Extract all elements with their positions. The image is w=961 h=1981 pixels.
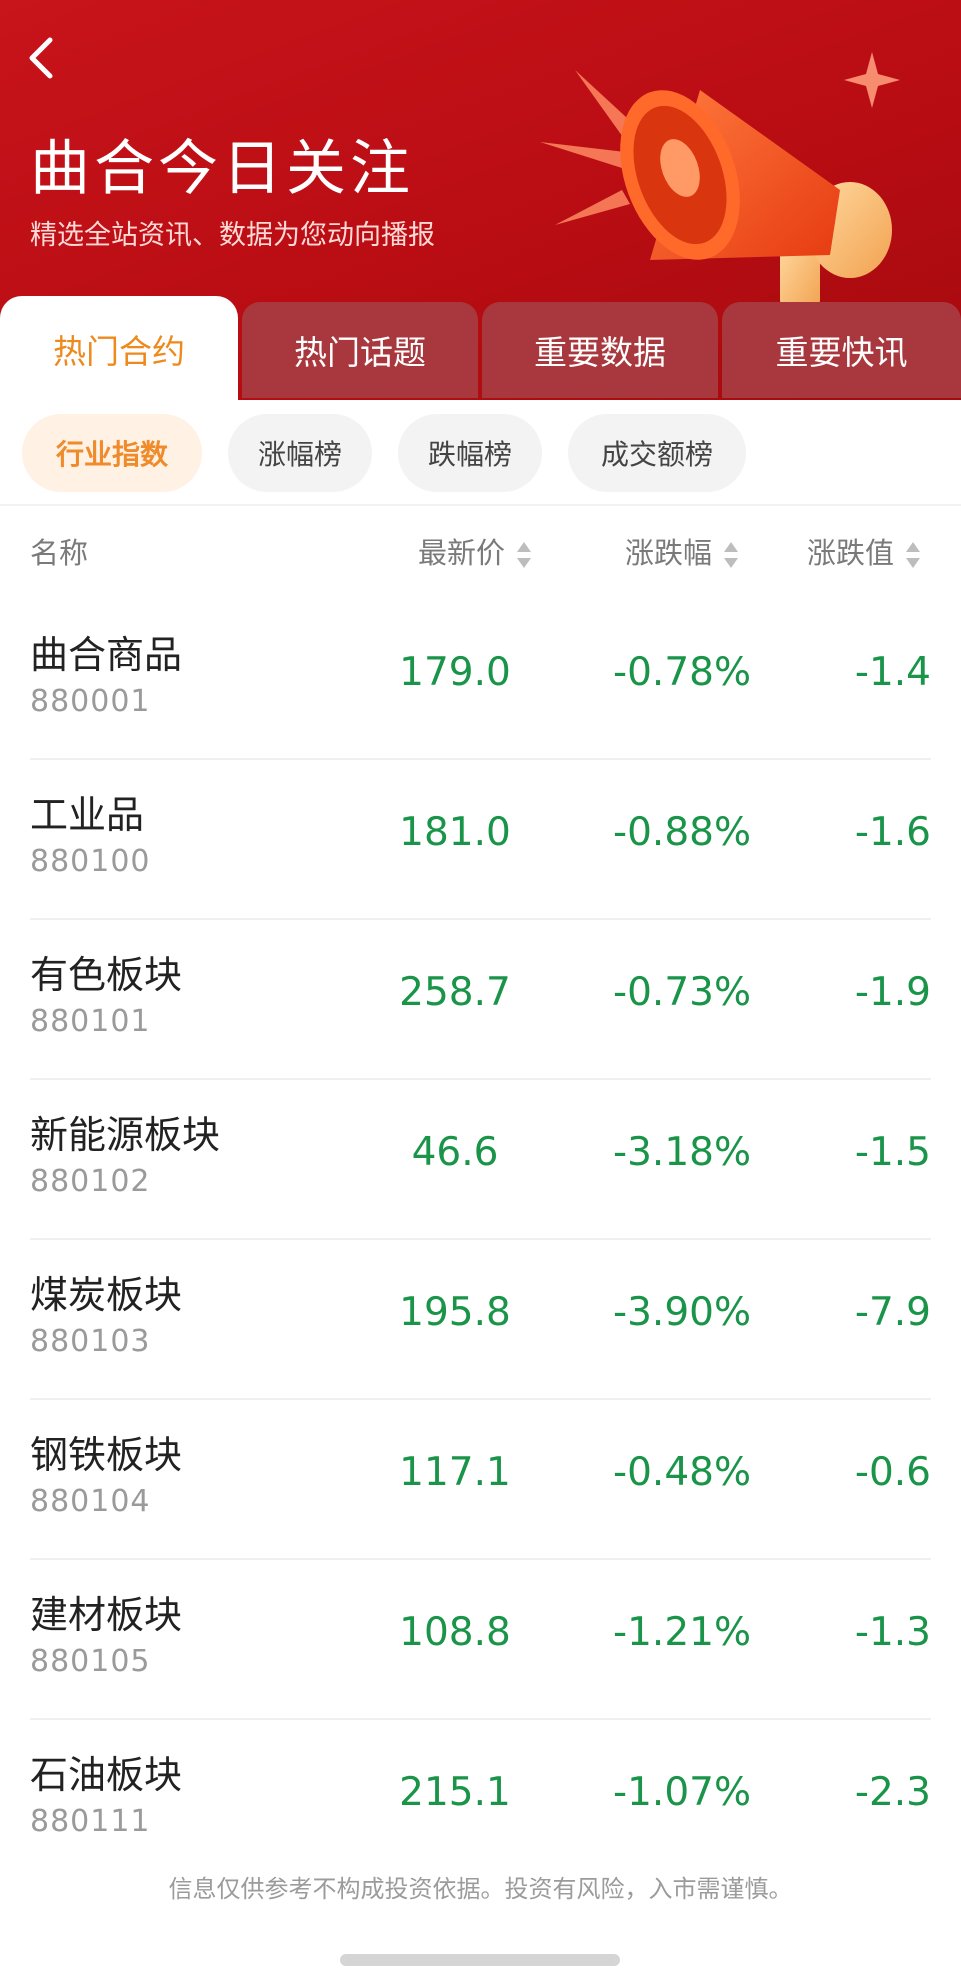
row-code: 880100 [30, 844, 151, 879]
row-price: 181.0 [399, 810, 511, 855]
column-header-chg[interactable]: 涨跌值 [807, 530, 921, 572]
row-name: 曲合商品 [30, 633, 183, 677]
row-chg: -2.3 [854, 1770, 931, 1815]
table-row[interactable]: 煤炭板块 880103 195.8 -3.90% -7.9 [0, 1240, 961, 1400]
category-tabs: 热门合约 热门话题 重要数据 重要快讯 [0, 296, 961, 401]
row-chg: -0.6 [854, 1450, 931, 1495]
sort-icon [906, 542, 921, 568]
row-chg: -1.4 [854, 650, 931, 695]
page-subtitle: 精选全站资讯、数据为您动向播报 [30, 220, 435, 251]
row-code: 880104 [30, 1484, 151, 1519]
row-price: 215.1 [399, 1770, 511, 1815]
risk-disclaimer: 信息仅供参考不构成投资依据。投资有风险，入市需谨慎。 [168, 1875, 793, 1903]
row-code: 880101 [30, 1004, 151, 1039]
table-row[interactable]: 曲合商品 880001 179.0 -0.78% -1.4 [0, 600, 961, 760]
row-price: 117.1 [399, 1450, 511, 1495]
table-row[interactable]: 有色板块 880101 258.7 -0.73% -1.9 [0, 920, 961, 1080]
table-row[interactable]: 工业品 880100 181.0 -0.88% -1.6 [0, 760, 961, 920]
table-row[interactable]: 钢铁板块 880104 117.1 -0.48% -0.6 [0, 1400, 961, 1560]
row-price: 46.6 [411, 1130, 499, 1175]
column-header-pct-label: 涨跌幅 [625, 536, 713, 570]
row-pct: -0.73% [613, 970, 751, 1015]
column-header-price[interactable]: 最新价 [418, 530, 532, 572]
row-name: 建材板块 [30, 1593, 183, 1637]
divider [0, 504, 961, 506]
page-title: 曲合今日关注 [30, 134, 414, 204]
column-header-price-label: 最新价 [418, 536, 506, 570]
index-table: 曲合商品 880001 179.0 -0.78% -1.4 工业品 880100… [0, 600, 961, 1880]
chip-losers[interactable]: 跌幅榜 [398, 414, 542, 492]
sort-icon [517, 542, 532, 568]
back-arrow-icon[interactable] [22, 34, 62, 82]
row-price: 179.0 [399, 650, 511, 695]
column-header-pct[interactable]: 涨跌幅 [625, 530, 739, 572]
table-row[interactable]: 新能源板块 880102 46.6 -3.18% -1.5 [0, 1080, 961, 1240]
row-code: 880103 [30, 1324, 151, 1359]
row-pct: -0.88% [613, 810, 751, 855]
row-name: 有色板块 [30, 953, 183, 997]
tab-important-news[interactable]: 重要快讯 [722, 302, 961, 398]
row-price: 108.8 [399, 1610, 511, 1655]
row-name: 新能源板块 [30, 1113, 221, 1157]
row-name: 石油板块 [30, 1753, 183, 1797]
row-pct: -3.18% [613, 1130, 751, 1175]
row-chg: -7.9 [854, 1290, 931, 1335]
home-indicator[interactable] [340, 1954, 620, 1966]
row-pct: -3.90% [613, 1290, 751, 1335]
tab-hot-topics[interactable]: 热门话题 [242, 302, 478, 398]
row-name: 工业品 [30, 793, 145, 837]
row-code: 880102 [30, 1164, 151, 1199]
sort-icon [724, 542, 739, 568]
column-header-name: 名称 [30, 530, 88, 572]
row-pct: -0.48% [613, 1450, 751, 1495]
row-price: 195.8 [399, 1290, 511, 1335]
row-chg: -1.3 [854, 1610, 931, 1655]
row-pct: -0.78% [613, 650, 751, 695]
megaphone-illustration [540, 52, 900, 310]
row-name: 钢铁板块 [30, 1433, 183, 1477]
tab-hot-contracts[interactable]: 热门合约 [0, 296, 238, 401]
chip-turnover[interactable]: 成交额榜 [568, 414, 746, 492]
column-header-name-label: 名称 [30, 536, 89, 570]
row-chg: -1.6 [854, 810, 931, 855]
chip-industry-index[interactable]: 行业指数 [22, 414, 202, 492]
column-header-chg-label: 涨跌值 [807, 536, 895, 570]
chip-gainers[interactable]: 涨幅榜 [228, 414, 372, 492]
row-code: 880105 [30, 1644, 151, 1679]
row-chg: -1.5 [854, 1130, 931, 1175]
row-pct: -1.07% [613, 1770, 751, 1815]
row-price: 258.7 [399, 970, 511, 1015]
row-code: 880111 [30, 1804, 151, 1839]
row-chg: -1.9 [854, 970, 931, 1015]
content-panel: 行业指数 涨幅榜 跌幅榜 成交额榜 名称 最新价 涨跌幅 涨跌值 曲合商品 88… [0, 400, 961, 1981]
tab-important-data[interactable]: 重要数据 [482, 302, 718, 398]
row-pct: -1.21% [613, 1610, 751, 1655]
table-row[interactable]: 石油板块 880111 215.1 -1.07% -2.3 [0, 1720, 961, 1880]
row-code: 880001 [30, 684, 151, 719]
table-row[interactable]: 建材板块 880105 108.8 -1.21% -1.3 [0, 1560, 961, 1720]
filter-chips: 行业指数 涨幅榜 跌幅榜 成交额榜 [0, 414, 961, 494]
row-name: 煤炭板块 [30, 1273, 183, 1317]
